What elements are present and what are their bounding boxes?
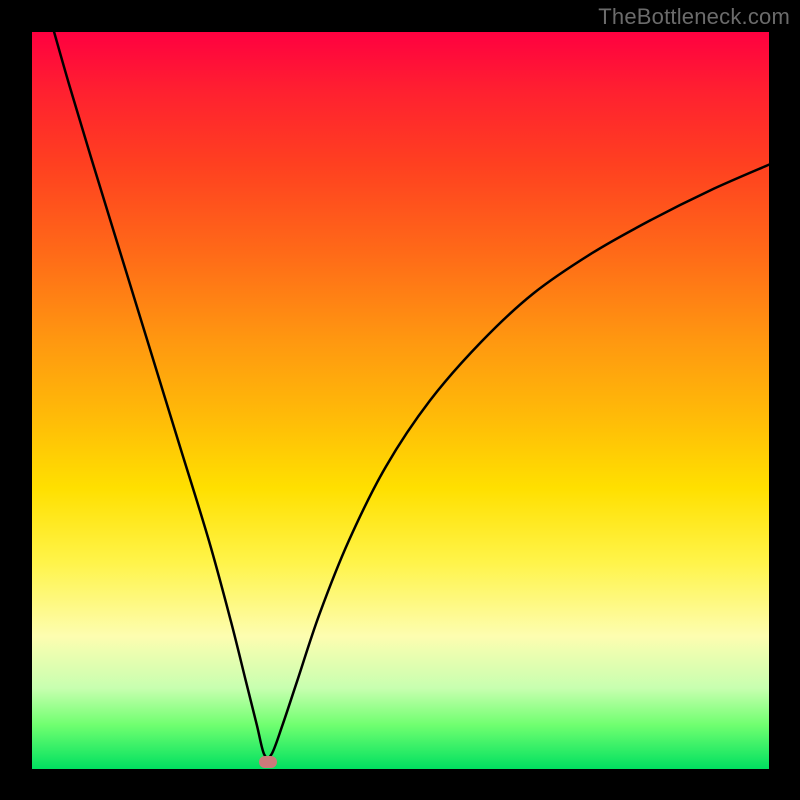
plot-area [32, 32, 769, 769]
bottleneck-curve [32, 32, 769, 769]
watermark-text: TheBottleneck.com [598, 4, 790, 30]
chart-frame: TheBottleneck.com [0, 0, 800, 800]
minimum-marker [259, 756, 277, 768]
